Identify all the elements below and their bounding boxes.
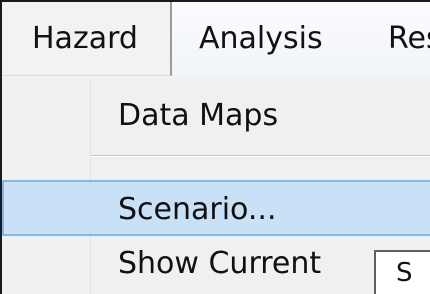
menu-item-show-current[interactable]: Show Current xyxy=(2,236,430,294)
menu-item-label: Show Current xyxy=(118,246,322,281)
menu-results[interactable]: Res xyxy=(388,2,430,76)
menu-analysis[interactable]: Analysis xyxy=(172,2,323,76)
menu-separator xyxy=(90,155,430,157)
menu-item-label: Scenario... xyxy=(118,192,277,227)
menu-item-scenario[interactable]: Scenario... xyxy=(2,180,430,236)
partial-background-control[interactable]: S xyxy=(374,250,430,294)
menu-item-label: Data Maps xyxy=(118,98,279,133)
menu-hazard[interactable]: Hazard xyxy=(2,2,172,76)
hazard-dropdown-menu: Data Maps Scenario... Show Current xyxy=(2,78,430,294)
menu-bar: Hazard Analysis Res xyxy=(2,2,430,78)
menu-item-data-maps[interactable]: Data Maps xyxy=(2,86,430,146)
menu-screenshot-frame: Hazard Analysis Res Data Maps Scenario..… xyxy=(0,0,430,294)
